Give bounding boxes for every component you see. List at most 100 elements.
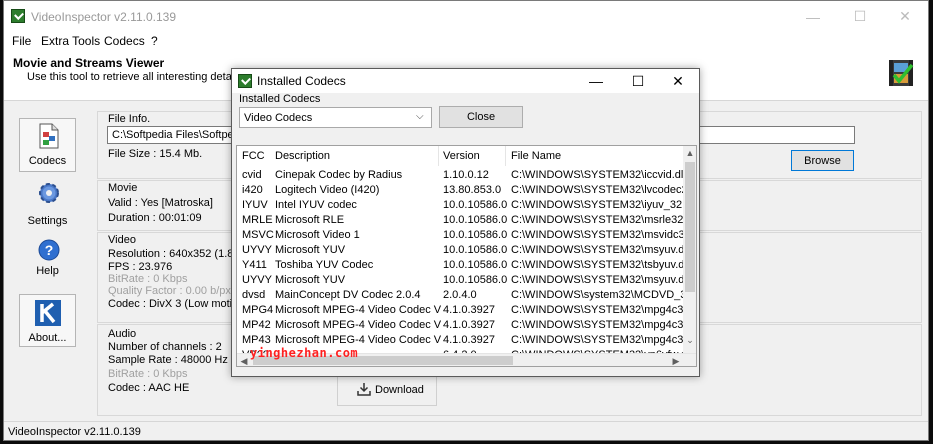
column-header-filename[interactable]: File Name — [511, 150, 561, 162]
menu-help[interactable]: ? — [151, 34, 158, 48]
cell-filename: C:\WINDOWS\SYSTEM32\tsbyuv.dll — [511, 259, 683, 271]
maximize-button[interactable]: ☐ — [837, 1, 883, 32]
cell-description: Microsoft MPEG-4 Video Codec V1 — [275, 304, 441, 316]
table-row[interactable]: Y411 Toshiba YUV Codec 10.0.10586.0 C:\WIND… — [237, 259, 683, 274]
watermark-text: yinghezhan.com — [250, 346, 359, 360]
table-row[interactable]: dvsd MainConcept DV Codec 2.0.4 2.0.4.0 C:\… — [237, 289, 683, 304]
cell-description: Microsoft MPEG-4 Video Codec V3 — [275, 334, 441, 346]
cell-filename: C:\WINDOWS\system32\MCDVD_32.D — [511, 289, 683, 301]
table-row[interactable]: MPG4 Microsoft MPEG-4 Video Codec V1 4.1.0… — [237, 304, 683, 319]
table-row[interactable]: cvid Cinepak Codec by Radius 1.10.0.12 C:\W… — [237, 169, 683, 184]
cell-version: 4.1.0.3927 — [443, 334, 495, 346]
menu-extra-tools[interactable]: Extra Tools — [41, 34, 100, 48]
menu-file[interactable]: File — [12, 34, 31, 48]
download-icon — [357, 382, 371, 399]
table-row[interactable]: UYVY Microsoft YUV 10.0.10586.0 C:\WINDOWS\… — [237, 274, 683, 289]
nav-label-settings: Settings — [27, 215, 68, 227]
cell-fcc: MRLE — [242, 214, 273, 226]
cell-filename: C:\WINDOWS\SYSTEM32\msrle32.dll — [511, 214, 683, 226]
column-divider — [505, 146, 506, 166]
cell-filename: C:\WINDOWS\SYSTEM32\iyuv_32.dll — [511, 199, 683, 211]
cell-fcc: dvsd — [242, 289, 266, 301]
dialog-minimize-button[interactable]: — — [575, 69, 617, 93]
close-dialog-button[interactable]: Close — [439, 106, 523, 128]
cell-version: 10.0.10586.0 — [443, 199, 508, 211]
close-button[interactable]: ✕ — [882, 1, 928, 32]
cell-filename: C:\WINDOWS\SYSTEM32\mpg4c32.dll — [511, 304, 683, 316]
settings-button[interactable]: Settings — [19, 175, 76, 229]
cell-version: 13.80.853.0 — [443, 184, 502, 196]
status-text: VideoInspector v2.11.0.139 — [8, 426, 141, 438]
table-row[interactable]: MP42 Microsoft MPEG-4 Video Codec V2 4.1.0… — [237, 319, 683, 334]
codec-type-select[interactable]: Video Codecs ⌵ — [239, 107, 432, 128]
scroll-left-icon[interactable]: ◀ — [237, 354, 251, 366]
file-size-text: File Size : 15.4 Mb. — [108, 148, 203, 160]
gear-icon — [36, 180, 62, 209]
cell-fcc: MP43 — [242, 334, 271, 346]
video-label: Video — [108, 234, 136, 246]
dialog-title-bar[interactable]: Installed Codecs — ☐ ✕ — [232, 69, 699, 93]
installed-codecs-dialog: Installed Codecs — ☐ ✕ Installed Codecs … — [231, 68, 700, 377]
about-logo-icon — [35, 300, 61, 329]
about-button[interactable]: About... — [19, 294, 76, 347]
cell-description: Intel IYUV codec — [275, 199, 357, 211]
table-row[interactable]: MSVC Microsoft Video 1 10.0.10586.0 C:\WIND… — [237, 229, 683, 244]
browse-button[interactable]: Browse — [791, 150, 854, 171]
cell-filename: C:\WINDOWS\SYSTEM32\lvcodec2.dll — [511, 184, 683, 196]
table-row[interactable]: IYUV Intel IYUV codec 10.0.10586.0 C:\WINDO… — [237, 199, 683, 214]
nav-label-help: Help — [36, 265, 59, 277]
cell-description: Microsoft YUV — [275, 244, 346, 256]
dialog-title: Installed Codecs — [257, 74, 346, 88]
scroll-up-icon[interactable]: ▲ — [683, 146, 696, 160]
codecs-document-icon — [39, 123, 59, 152]
cell-filename: C:\WINDOWS\SYSTEM32\msvidc32.d — [511, 229, 683, 241]
cell-fcc: Y411 — [242, 259, 267, 271]
dialog-maximize-button[interactable]: ☐ — [617, 69, 659, 93]
minimize-button[interactable]: — — [790, 1, 836, 32]
film-check-icon — [888, 59, 914, 87]
cell-description: Cinepak Codec by Radius — [275, 169, 403, 181]
download-button[interactable]: Download — [337, 375, 437, 406]
nav-label-codecs: Codecs — [28, 155, 67, 167]
scroll-right-icon[interactable]: ▶ — [669, 354, 683, 366]
cell-version: 4.1.0.3927 — [443, 304, 495, 316]
table-row[interactable]: UYVY Microsoft YUV 10.0.10586.0 C:\WINDOWS\… — [237, 244, 683, 259]
table-row[interactable]: i420 Logitech Video (I420) 13.80.853.0 C:\W… — [237, 184, 683, 199]
nav-label-about: About... — [28, 332, 67, 344]
cell-fcc: MSVC — [242, 229, 274, 241]
column-header-fcc[interactable]: FCC — [242, 150, 265, 162]
menu-bar: File Extra Tools Codecs ? — [4, 32, 928, 51]
codec-list[interactable]: FCC Description Version File Name cvid Ci… — [236, 145, 697, 367]
video-fps-text: FPS : 23.976 — [108, 261, 173, 273]
movie-duration-text: Duration : 00:01:09 — [108, 212, 202, 224]
vertical-scroll-thumb[interactable] — [685, 162, 695, 292]
column-header-description[interactable]: Description — [275, 150, 330, 162]
cell-filename: C:\WINDOWS\SYSTEM32\mpg4c32.dll — [511, 334, 683, 346]
file-info-label: File Info. — [108, 113, 151, 125]
menu-codecs[interactable]: Codecs — [104, 34, 145, 48]
help-icon: ? — [38, 239, 60, 264]
cell-fcc: MPG4 — [242, 304, 274, 316]
movie-label: Movie — [108, 182, 138, 194]
cell-filename: C:\WINDOWS\SYSTEM32\mpg4c32.dll — [511, 319, 683, 331]
header-title: Movie and Streams Viewer — [13, 56, 165, 70]
cell-description: Microsoft Video 1 — [275, 229, 360, 241]
cell-filename: C:\WINDOWS\SYSTEM32\msyuv.dll — [511, 274, 683, 286]
status-bar: VideoInspector v2.11.0.139 — [4, 421, 928, 440]
cell-version: 1.10.0.12 — [443, 169, 489, 181]
cell-filename: C:\WINDOWS\SYSTEM32\msyuv.dll — [511, 244, 683, 256]
cell-description: Toshiba YUV Codec — [275, 259, 374, 271]
movie-valid-text: Valid : Yes [Matroska] — [108, 197, 213, 209]
vertical-scrollbar[interactable]: ▲ ⌄ — [683, 146, 696, 353]
dialog-close-icon-button[interactable]: ✕ — [657, 69, 699, 93]
column-header-version[interactable]: Version — [443, 150, 480, 162]
cell-description: Microsoft RLE — [275, 214, 345, 226]
scroll-down-icon[interactable]: ⌄ — [683, 333, 696, 347]
download-label: Download — [375, 384, 424, 396]
table-row[interactable]: MRLE Microsoft RLE 10.0.10586.0 C:\WINDOWS\… — [237, 214, 683, 229]
cell-version: 4.1.0.3927 — [443, 319, 495, 331]
dialog-group-label: Installed Codecs — [239, 93, 321, 105]
help-button[interactable]: ? Help — [19, 234, 76, 288]
codecs-button[interactable]: Codecs — [19, 118, 76, 172]
title-bar[interactable]: VideoInspector v2.11.0.139 — ☐ ✕ — [4, 1, 928, 32]
